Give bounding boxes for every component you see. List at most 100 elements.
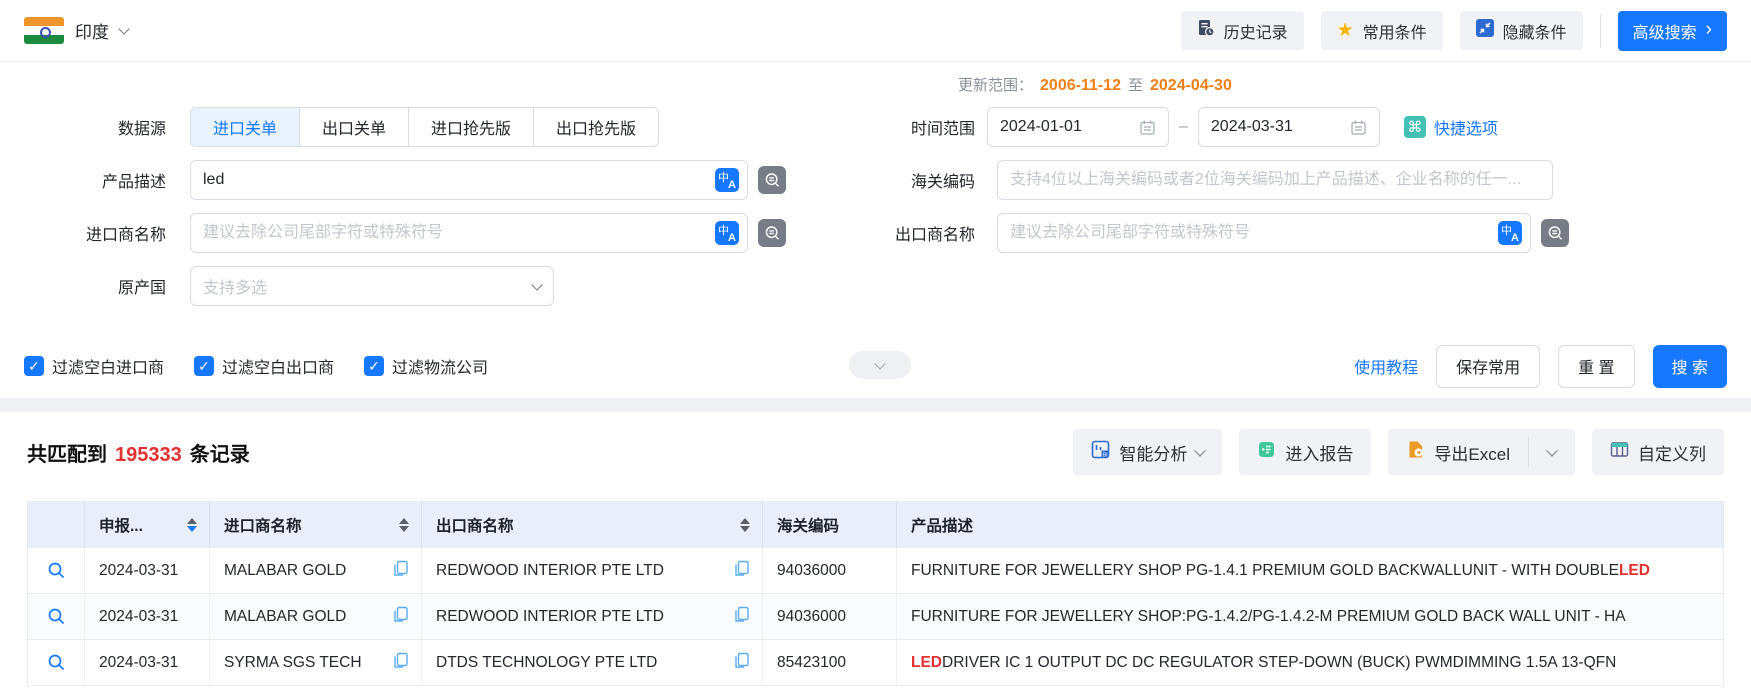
importer-name[interactable]: SYRMA SGS TECH: [224, 654, 362, 672]
update-range-label: 更新范围：: [958, 77, 1034, 94]
calendar-icon: [1351, 120, 1366, 135]
filter-checkbox-2[interactable]: ✓ 过滤物流公司: [364, 354, 488, 378]
product-desc-input[interactable]: [190, 160, 748, 200]
sort-control[interactable]: [740, 518, 750, 532]
tutorial-link[interactable]: 使用教程: [1354, 354, 1418, 378]
time-range-label: 时间范围: [910, 121, 975, 138]
translate-icon[interactable]: 中A: [715, 221, 739, 245]
chevron-down-icon: [531, 278, 543, 291]
sort-asc-icon: [399, 518, 409, 524]
filter-checkboxes: ✓ 过滤空白进口商 ✓ 过滤空白出口商 ✓ 过滤物流公司: [24, 354, 518, 378]
hide-conditions-button[interactable]: 隐藏条件: [1459, 11, 1583, 50]
update-range-to-word: 至: [1127, 77, 1143, 94]
sort-desc-icon: [187, 526, 197, 532]
copy-icon[interactable]: [392, 560, 409, 582]
search-button[interactable]: 搜 索: [1652, 344, 1727, 388]
calendar-icon: [1140, 120, 1155, 135]
report-icon: [1257, 440, 1276, 464]
cell-declare-date: 2024-03-31: [85, 640, 210, 685]
export-options-button[interactable]: [1529, 429, 1575, 475]
export-excel-label: 导出Excel: [1434, 444, 1510, 464]
chevron-down-icon: [1546, 444, 1558, 457]
table-row: 2024-03-31 MALABAR GOLD REDWOOD INTERIOR P…: [28, 548, 1723, 594]
header-declare-date[interactable]: 申报...: [85, 502, 210, 548]
sort-asc-icon: [740, 518, 750, 524]
excel-export-icon: [1406, 440, 1425, 464]
copy-icon[interactable]: [733, 652, 750, 674]
cell-exporter: REDWOOD INTERIOR PTE LTD: [422, 594, 763, 639]
bi-chart-icon: BI: [1091, 440, 1110, 464]
synonym-search-icon[interactable]: [1541, 219, 1569, 247]
table-row: 2024-03-31 SYRMA SGS TECH DTDS TECHNOLOGY …: [28, 640, 1723, 686]
importer-name[interactable]: MALABAR GOLD: [224, 608, 346, 626]
collapse-form-button[interactable]: [849, 351, 911, 379]
sort-control[interactable]: [399, 518, 409, 532]
exporter-name[interactable]: DTDS TECHNOLOGY PTE LTD: [436, 654, 657, 672]
checkbox-checked-icon[interactable]: ✓: [24, 356, 44, 376]
data-source-tab-2[interactable]: 进口抢先版: [409, 108, 535, 146]
customize-columns-button[interactable]: 自定义列: [1592, 429, 1724, 475]
enter-report-button[interactable]: 进入报告: [1239, 429, 1372, 475]
enter-report-label: 进入报告: [1285, 444, 1354, 464]
hs-code-input[interactable]: [997, 160, 1553, 200]
smart-analysis-button[interactable]: BI 智能分析: [1073, 429, 1223, 475]
view-detail-button[interactable]: [47, 607, 66, 626]
update-range-to: 2024-04-30: [1150, 77, 1232, 94]
cell-importer: SYRMA SGS TECH: [210, 640, 422, 685]
exporter-label: 出口商名称: [894, 227, 975, 244]
view-detail-button[interactable]: [47, 561, 66, 580]
exporter-name[interactable]: REDWOOD INTERIOR PTE LTD: [436, 608, 664, 626]
history-button[interactable]: 历史记录: [1180, 11, 1304, 50]
date-start-input[interactable]: 2024-01-01: [987, 107, 1169, 147]
filter-checkbox-1[interactable]: ✓ 过滤空白出口商: [194, 354, 334, 378]
header-importer[interactable]: 进口商名称: [210, 502, 422, 548]
exporter-input[interactable]: [997, 213, 1531, 253]
cell-declare-date: 2024-03-31: [85, 548, 210, 593]
cell-hs-code: 94036000: [763, 594, 897, 639]
copy-icon[interactable]: [733, 560, 750, 582]
translate-icon[interactable]: 中A: [715, 168, 739, 192]
data-source-tab-0[interactable]: 进口关单: [191, 108, 301, 146]
sort-asc-icon: [187, 518, 197, 524]
favorites-label: 常用条件: [1362, 24, 1427, 42]
importer-input[interactable]: [190, 213, 748, 253]
exporter-name[interactable]: REDWOOD INTERIOR PTE LTD: [436, 562, 664, 580]
data-source-label: 数据源: [117, 121, 166, 138]
reset-button[interactable]: 重 置: [1558, 344, 1635, 388]
favorites-button[interactable]: ★ 常用条件: [1320, 11, 1443, 50]
country-selector[interactable]: 印度: [24, 17, 130, 44]
header-exporter[interactable]: 出口商名称: [422, 502, 763, 548]
match-prefix: 共匹配到: [27, 443, 107, 466]
copy-icon[interactable]: [392, 652, 409, 674]
export-excel-button[interactable]: 导出Excel: [1388, 429, 1528, 475]
synonym-search-icon[interactable]: [758, 166, 786, 194]
advanced-search-button[interactable]: 高级搜索 ›: [1617, 10, 1727, 51]
date-end-input[interactable]: 2024-03-31: [1197, 107, 1380, 147]
sort-control[interactable]: [187, 518, 197, 532]
importer-name[interactable]: MALABAR GOLD: [224, 562, 346, 580]
hs-code-label: 海关编码: [910, 174, 975, 191]
section-divider: [0, 398, 1751, 412]
cell-importer: MALABAR GOLD: [210, 548, 422, 593]
save-conditions-button[interactable]: 保存常用: [1436, 344, 1541, 388]
quick-options-button[interactable]: ⌘ 快捷选项: [1403, 115, 1498, 139]
view-detail-button[interactable]: [47, 653, 66, 672]
copy-icon[interactable]: [733, 606, 750, 628]
copy-icon[interactable]: [392, 606, 409, 628]
cell-exporter: DTDS TECHNOLOGY PTE LTD: [422, 640, 763, 685]
data-source-tab-3[interactable]: 出口抢先版: [534, 108, 659, 146]
origin-country-select[interactable]: 支持多选: [190, 266, 554, 306]
checkbox-checked-icon[interactable]: ✓: [364, 356, 385, 376]
filter-checkbox-0[interactable]: ✓ 过滤空白进口商: [24, 354, 164, 378]
date-separator: –: [1179, 118, 1188, 135]
header-detail: [28, 502, 85, 548]
search-form: 更新范围： 2006-11-12 至 2024-04-30 数据源 进口关单 出口…: [0, 62, 1751, 398]
customize-columns-label: 自定义列: [1638, 444, 1706, 464]
results-table: 申报... 进口商名称 出口商名称 海关编码 产品描述 2024-03-31 M…: [27, 501, 1724, 686]
synonym-search-icon[interactable]: [758, 219, 786, 247]
translate-icon[interactable]: 中A: [1498, 221, 1522, 245]
checkbox-checked-icon[interactable]: ✓: [194, 356, 215, 376]
smart-analysis-label: 智能分析: [1119, 444, 1188, 464]
data-source-tab-1[interactable]: 出口关单: [300, 108, 410, 146]
history-icon: [1197, 19, 1215, 42]
